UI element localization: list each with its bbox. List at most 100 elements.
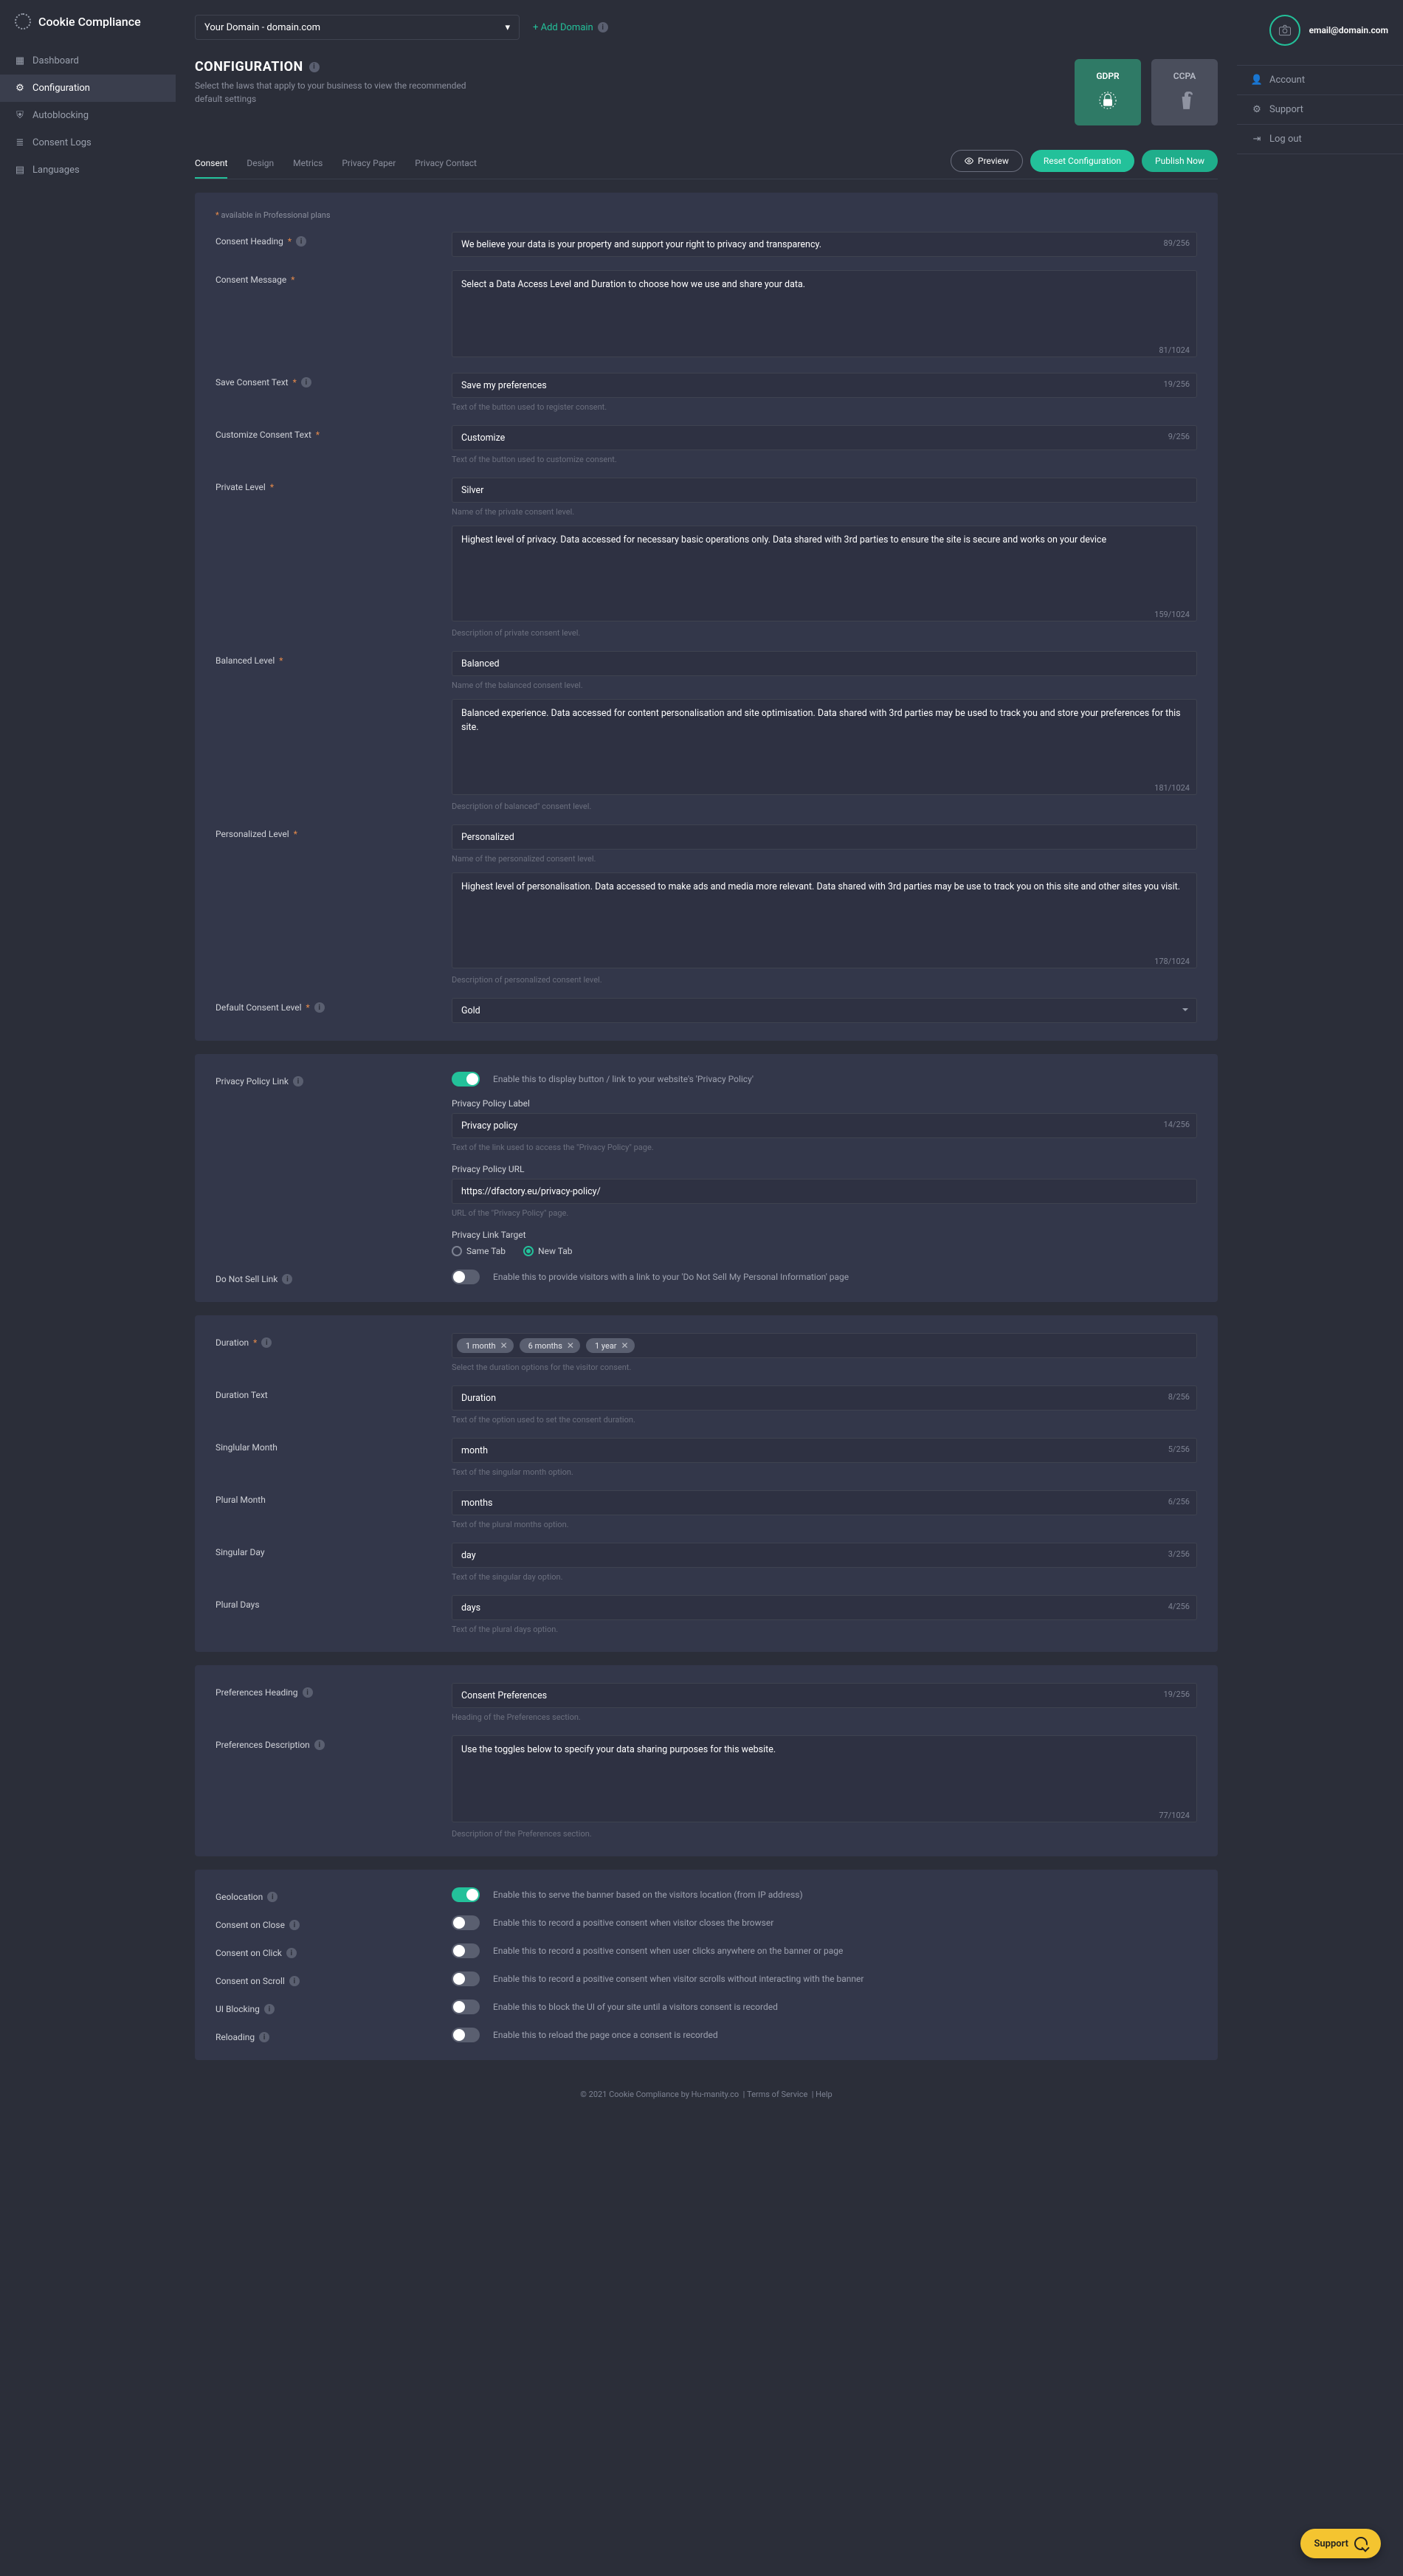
info-icon[interactable]: i: [289, 1976, 300, 1986]
shield-icon: ⛨: [15, 111, 25, 121]
radio-same-tab[interactable]: Same Tab: [452, 1246, 506, 1256]
nav-consent-logs[interactable]: ≣Consent Logs: [0, 129, 176, 156]
radio-icon: [523, 1246, 534, 1256]
info-icon[interactable]: i: [293, 1076, 303, 1086]
save-text-input[interactable]: [452, 373, 1197, 398]
user-email: email@domain.com: [1309, 25, 1388, 35]
law-card-ccpa[interactable]: CCPA: [1151, 59, 1218, 125]
info-icon[interactable]: i: [289, 1920, 300, 1930]
info-icon[interactable]: i: [314, 1740, 325, 1750]
hint: Text of the link used to access the "Pri…: [452, 1143, 1197, 1152]
prefs-desc-input[interactable]: Use the toggles below to specify your da…: [452, 1735, 1197, 1822]
private-desc-input[interactable]: Highest level of privacy. Data accessed …: [452, 526, 1197, 621]
info-icon[interactable]: i: [282, 1274, 292, 1284]
info-icon[interactable]: i: [301, 377, 311, 388]
behavior-click-label: Consent on Click: [216, 1948, 282, 1958]
rail-account[interactable]: 👤Account: [1237, 65, 1403, 94]
duration-singularMonth-input[interactable]: [452, 1438, 1197, 1463]
save-text-label: Save Consent Text: [216, 377, 289, 388]
info-icon[interactable]: i: [286, 1948, 297, 1958]
hint: Select the duration options for the visi…: [452, 1363, 1197, 1372]
tab-metrics[interactable]: Metrics: [293, 149, 323, 179]
info-icon[interactable]: i: [309, 62, 320, 72]
chip-6-months[interactable]: 6 months✕: [520, 1338, 580, 1353]
info-icon[interactable]: i: [303, 1687, 313, 1698]
info-icon[interactable]: i: [261, 1337, 272, 1348]
behavior-reload-toggle[interactable]: [452, 2028, 480, 2042]
duration-pluralDays-input[interactable]: [452, 1595, 1197, 1620]
rail-log-out[interactable]: ⇥Log out: [1237, 124, 1403, 154]
close-icon[interactable]: ✕: [500, 1340, 508, 1351]
behavior-geo-toggle[interactable]: [452, 1887, 480, 1902]
domain-select[interactable]: Your Domain - domain.com ▾: [195, 15, 520, 40]
tab-privacy-paper[interactable]: Privacy Paper: [342, 149, 396, 179]
tab-consent[interactable]: Consent: [195, 149, 227, 179]
personalized-name-input[interactable]: [452, 824, 1197, 850]
duration-singularMonth-label: Singlular Month: [216, 1442, 278, 1453]
chip-1-month[interactable]: 1 month✕: [457, 1338, 514, 1353]
balanced-name-input[interactable]: [452, 651, 1197, 676]
toggle-text: Enable this to serve the banner based on…: [493, 1890, 803, 1900]
support-icon: [1354, 2537, 1368, 2550]
info-icon[interactable]: i: [264, 2004, 275, 2014]
balanced-desc-input[interactable]: Balanced experience. Data accessed for c…: [452, 699, 1197, 795]
privacy-link-toggle[interactable]: [452, 1072, 480, 1086]
info-icon[interactable]: i: [259, 2032, 269, 2042]
radio-new-tab[interactable]: New Tab: [523, 1246, 572, 1256]
avatar[interactable]: [1269, 15, 1300, 46]
default-level-select[interactable]: Gold: [452, 998, 1197, 1023]
privacy-label-input[interactable]: [452, 1113, 1197, 1138]
domain-select-value: Your Domain - domain.com: [204, 22, 320, 33]
behavior-close-toggle[interactable]: [452, 1915, 480, 1930]
consent-heading-label: Consent Heading: [216, 236, 283, 247]
dns-toggle[interactable]: [452, 1270, 480, 1284]
counter: 89/256: [1164, 238, 1190, 248]
publish-button[interactable]: Publish Now: [1142, 150, 1218, 172]
consent-heading-input[interactable]: [452, 232, 1197, 257]
customize-text-input[interactable]: [452, 425, 1197, 450]
private-name-input[interactable]: [452, 478, 1197, 503]
support-fab[interactable]: Support: [1300, 2529, 1381, 2558]
add-domain-label: + Add Domain: [533, 22, 593, 33]
toggle-text: Enable this to provide visitors with a l…: [493, 1272, 849, 1282]
footer-link-help[interactable]: Help: [816, 2090, 833, 2099]
reset-button[interactable]: Reset Configuration: [1030, 150, 1134, 172]
rail-support[interactable]: ⚙Support: [1237, 94, 1403, 124]
privacy-url-input[interactable]: [452, 1179, 1197, 1204]
counter: 19/256: [1164, 379, 1190, 389]
nav-languages[interactable]: ▤Languages: [0, 156, 176, 184]
consent-message-input[interactable]: Select a Data Access Level and Duration …: [452, 270, 1197, 357]
privacy-url-heading: Privacy Policy URL: [452, 1164, 1197, 1174]
behavior-click-toggle[interactable]: [452, 1943, 480, 1958]
tab-privacy-contact[interactable]: Privacy Contact: [415, 149, 477, 179]
chip-1-year[interactable]: 1 year✕: [586, 1338, 635, 1353]
counter: 181/1024: [1154, 783, 1190, 793]
prefs-heading-input[interactable]: [452, 1683, 1197, 1708]
close-icon[interactable]: ✕: [567, 1340, 574, 1351]
nav-autoblocking[interactable]: ⛨Autoblocking: [0, 102, 176, 129]
info-icon[interactable]: i: [267, 1892, 278, 1902]
personalized-desc-input[interactable]: Highest level of personalisation. Data a…: [452, 872, 1197, 968]
duration-pluralMonth-input[interactable]: [452, 1490, 1197, 1515]
behavior-scroll-toggle[interactable]: [452, 1971, 480, 1986]
law-card-gdpr[interactable]: GDPR: [1075, 59, 1141, 125]
duration-text-input[interactable]: [452, 1385, 1197, 1411]
law-icon: [1171, 87, 1198, 114]
info-icon[interactable]: i: [296, 236, 306, 247]
default-level-label: Default Consent Level: [216, 1002, 302, 1013]
user-icon: 👤: [1252, 75, 1262, 86]
consent-message-label: Consent Message: [216, 275, 286, 285]
toggle-text: Enable this to record a positive consent…: [493, 1946, 843, 1956]
nav-configuration[interactable]: ⚙Configuration: [0, 75, 176, 102]
nav-dashboard[interactable]: ▦Dashboard: [0, 47, 176, 75]
info-icon[interactable]: i: [314, 1002, 325, 1013]
duration-singularDay-input[interactable]: [452, 1543, 1197, 1568]
preview-button[interactable]: Preview: [951, 150, 1023, 172]
add-domain-link[interactable]: + Add Domain i: [533, 22, 608, 33]
tab-design[interactable]: Design: [247, 149, 274, 179]
counter: 81/1024: [1159, 345, 1190, 355]
behavior-ui-toggle[interactable]: [452, 2000, 480, 2014]
close-icon[interactable]: ✕: [621, 1340, 629, 1351]
footer-link-tos[interactable]: Terms of Service: [747, 2090, 807, 2099]
duration-chips[interactable]: 1 month✕ 6 months✕ 1 year✕: [452, 1333, 1197, 1358]
